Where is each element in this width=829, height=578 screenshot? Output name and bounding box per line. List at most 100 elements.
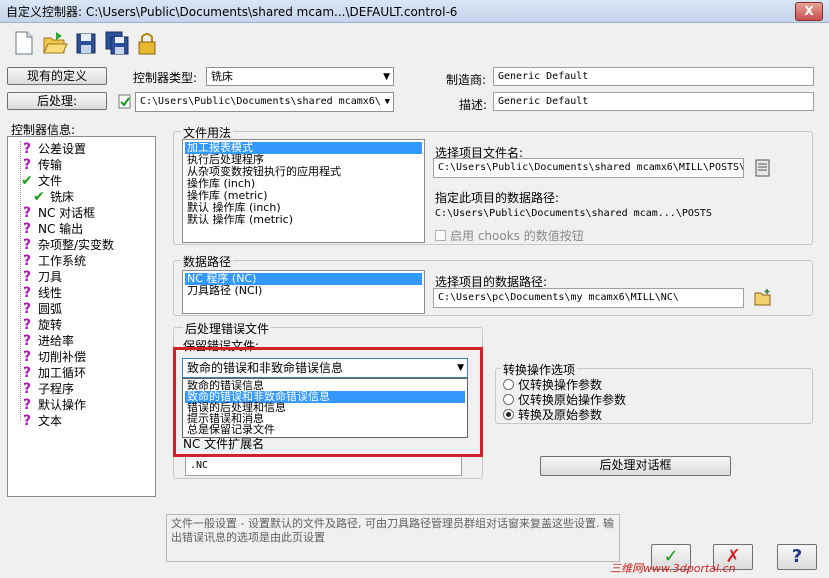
tree-item-label: 线性 <box>38 286 63 300</box>
tree-item[interactable]: ? 加工循环 <box>20 365 86 381</box>
tree-item-label: 默认操作 <box>38 398 87 412</box>
select-file-field[interactable]: C:\Users\Public\Documents\shared mcamx6\… <box>433 158 744 178</box>
chooks-checkbox[interactable] <box>435 230 446 241</box>
select-path-field[interactable]: C:\Users\pc\Documents\my mcamx6\MILL\NC\ <box>433 288 744 308</box>
question-icon: ? <box>22 317 32 333</box>
question-icon: ? <box>22 413 32 429</box>
list-item[interactable]: 从杂项变数按钮执行的应用程式 <box>185 166 422 178</box>
tree-item[interactable]: ? 刀具 <box>20 269 62 285</box>
question-icon: ? <box>22 157 32 173</box>
tree-item-label: 刀具 <box>38 270 63 284</box>
question-icon: ? <box>22 381 32 397</box>
tree-item[interactable]: ? 子程序 <box>20 381 74 397</box>
data-path-list[interactable]: NC 程序 (NC) 刀具路径 (NCI) <box>182 270 425 314</box>
tree-item-label: 杂项整/实变数 <box>38 238 115 252</box>
help-text: 文件一般设置 - 设置默认的文件及路径, 可由刀具路径管理员群组对话窗来复盖这些… <box>166 514 620 562</box>
description-field[interactable]: Generic Default <box>493 92 814 111</box>
tree-item-label: 旋转 <box>38 318 63 332</box>
question-icon: ? <box>22 269 32 285</box>
tree-item[interactable]: ? 旋转 <box>20 317 62 333</box>
help-icon: ? <box>791 546 803 567</box>
question-icon: ? <box>22 237 32 253</box>
tree-item[interactable]: ✔ 铣床 <box>32 189 74 205</box>
radio-icon[interactable] <box>503 409 514 420</box>
convert-option-label: 仅转换操作参数 <box>518 378 603 392</box>
nc-ext-field[interactable]: .NC <box>185 456 462 476</box>
convert-option-label: 转换及原始参数 <box>518 408 603 422</box>
post-error-group-label: 后处理错误文件 <box>183 320 272 337</box>
tree-item[interactable]: ? 切削补偿 <box>20 349 86 365</box>
list-item[interactable]: NC 程序 (NC) <box>185 273 422 285</box>
chooks-checkbox-row[interactable]: 启用 chooks 的数值按钮 <box>435 227 584 244</box>
watermark: 三维网www.3dportal.cn <box>610 562 736 575</box>
open-folder-icon[interactable] <box>42 30 68 56</box>
tree-item-label: 公差设置 <box>38 142 87 156</box>
tree-item[interactable]: ✔ 文件 <box>20 173 62 189</box>
browse-folder-icon[interactable] <box>753 288 773 308</box>
tree-item-label: 进给率 <box>38 334 75 348</box>
post-value: C:\Users\Public\Documents\shared mcamx6\ <box>140 96 381 107</box>
file-usage-list[interactable]: 加工报表模式 执行后处理程序 从杂项变数按钮执行的应用程式 操作库 (inch) 操作库… <box>182 139 425 243</box>
lock-icon[interactable] <box>135 30 159 56</box>
list-item[interactable]: 默认 操作库 (metric) <box>185 214 422 226</box>
tree-item[interactable]: ? 公差设置 <box>20 141 86 157</box>
close-button[interactable]: X <box>795 2 823 21</box>
chooks-label: 启用 chooks 的数值按钮 <box>450 229 584 243</box>
manufacturer-field[interactable]: Generic Default <box>493 67 814 86</box>
radio-icon[interactable] <box>503 394 514 405</box>
data-path-label: 指定此项目的数据路径: <box>435 191 560 205</box>
list-item[interactable]: 操作库 (metric) <box>185 190 422 202</box>
tree-item-label: 切削补偿 <box>38 350 87 364</box>
tree-item[interactable]: ? 圆弧 <box>20 301 62 317</box>
chevron-down-icon: ▼ <box>384 97 390 107</box>
tree-item[interactable]: ? NC 对话框 <box>20 205 95 221</box>
tree-item[interactable]: ? 文本 <box>20 413 62 429</box>
tree-item[interactable]: ? NC 输出 <box>20 221 83 237</box>
list-item[interactable]: 刀具路径 (NCI) <box>185 285 422 297</box>
manufacturer-label: 制造商: <box>446 73 487 87</box>
tree-item[interactable]: ? 传输 <box>20 157 62 173</box>
browse-file-icon[interactable] <box>753 158 773 178</box>
question-icon: ? <box>22 349 32 365</box>
list-item[interactable]: 执行后处理程序 <box>185 154 422 166</box>
check-icon: ✔ <box>21 173 33 189</box>
list-item[interactable]: 加工报表模式 <box>185 142 422 154</box>
tree-item[interactable]: ? 线性 <box>20 285 62 301</box>
controller-info-tree[interactable]: ? 公差设置? 传输 ✔ 文件 ✔ 铣床? NC 对话框? NC 输出? 杂项整/实变数? 工作系统… <box>7 136 156 497</box>
tree-item-label: 传输 <box>38 158 63 172</box>
post-select[interactable]: C:\Users\Public\Documents\shared mcamx6\… <box>135 92 394 112</box>
post-dialog-button[interactable]: 后处理对话框 <box>540 456 731 476</box>
controller-type-value: 铣床 <box>211 70 233 83</box>
tree-item-label: NC 输出 <box>38 222 84 236</box>
data-path-group-label: 数据路径 <box>181 253 234 270</box>
help-button[interactable]: ? <box>777 544 817 570</box>
save-icon[interactable] <box>74 30 98 56</box>
toolbar <box>0 24 829 62</box>
question-icon: ? <box>22 397 32 413</box>
post-button[interactable]: 后处理: <box>7 92 107 110</box>
list-item[interactable]: 操作库 (inch) <box>185 178 422 190</box>
tree-item-label: 圆弧 <box>38 302 63 316</box>
tree-item[interactable]: ? 默认操作 <box>20 397 86 413</box>
document-check-icon <box>118 94 132 109</box>
controller-type-select[interactable]: 铣床 ▼ <box>206 67 394 86</box>
new-file-icon[interactable] <box>12 30 36 56</box>
radio-icon[interactable] <box>503 379 514 390</box>
save-all-icon[interactable] <box>104 30 129 56</box>
tree-item-label: 子程序 <box>38 382 75 396</box>
question-icon: ? <box>22 221 32 237</box>
question-icon: ? <box>22 365 32 381</box>
tree-item[interactable]: ? 进给率 <box>20 333 74 349</box>
tree-item-label: NC 对话框 <box>38 206 96 220</box>
window-title: 自定义控制器: C:\Users\Public\Documents\shared… <box>6 5 458 19</box>
question-icon: ? <box>22 333 32 349</box>
list-item[interactable]: 默认 操作库 (inch) <box>185 202 422 214</box>
convert-option-radio[interactable]: 转换及原始参数 <box>503 406 602 423</box>
tree-item-label: 铣床 <box>50 190 75 204</box>
existing-definition-button[interactable]: 现有的定义 <box>7 67 107 85</box>
tree-item-label: 工作系统 <box>38 254 87 268</box>
tree-item-label: 文件 <box>38 174 63 188</box>
description-label: 描述: <box>459 98 488 112</box>
tree-item[interactable]: ? 工作系统 <box>20 253 86 269</box>
tree-item[interactable]: ? 杂项整/实变数 <box>20 237 114 253</box>
